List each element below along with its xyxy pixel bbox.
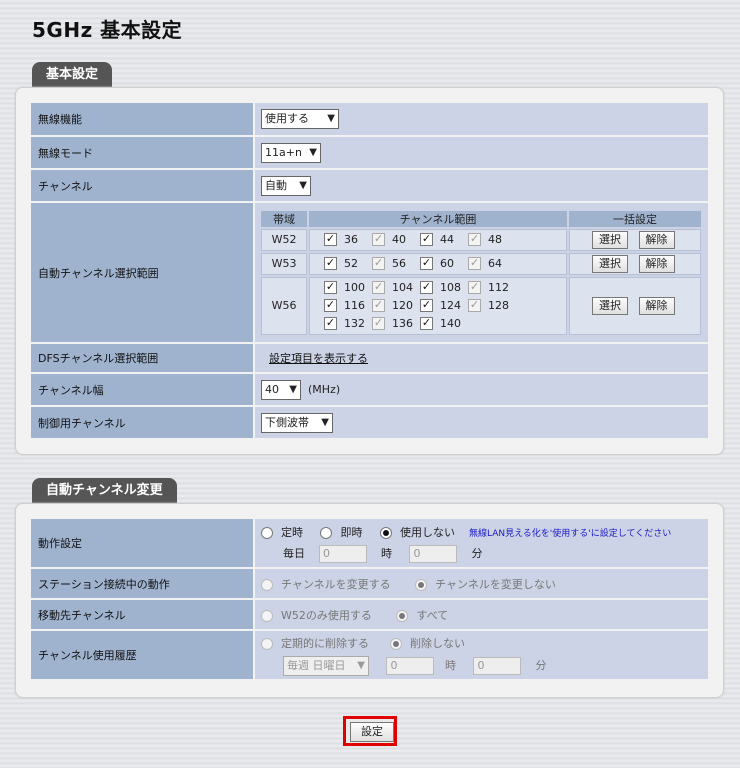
page-title: 5GHz 基本設定 — [32, 18, 183, 42]
dest-label: 移動先チャンネル — [29, 598, 255, 631]
row-dest: 移動先チャンネル W52のみ使用する すべて — [29, 598, 710, 631]
row-ctrl: 制御用チャンネル 下側波帯 ▼ — [29, 405, 710, 440]
radio-no-delete[interactable] — [389, 638, 402, 650]
basic-settings-table: 無線機能 使用する ▼ 無線モード 11a+n ▼ チャンネル 自動 ▼ 自動チャンネ… — [29, 101, 710, 440]
ch-108[interactable]: ✓ 108 — [420, 279, 468, 297]
wireless-label: 無線機能 — [29, 101, 255, 137]
row-auto-range: 自動チャンネル選択範囲 帯域 チャンネル範囲 一括設定 W52 ✓ 36 ✓ 40 ✓ 4… — [29, 201, 710, 344]
radio-all[interactable] — [396, 609, 409, 622]
ch-64: ✓ 64 — [468, 256, 502, 271]
chevron-down-icon: ▼ — [309, 146, 317, 158]
ch-48: ✓ 48 — [468, 232, 502, 247]
section-tab-basic: 基本設定 — [32, 62, 113, 88]
chevron-down-icon: ▼ — [327, 113, 335, 124]
ch-60[interactable]: ✓ 60 — [420, 257, 468, 271]
ctrl-label: 制御用チャンネル — [29, 405, 255, 440]
ch-132[interactable]: ✓ 132 — [324, 315, 372, 333]
ch-116[interactable]: ✓ 116 — [324, 297, 372, 315]
hour-input[interactable]: 0 — [319, 544, 367, 563]
mode-label: 無線モード — [29, 135, 255, 170]
w52-clear-button[interactable]: 解除 — [638, 230, 675, 249]
history-hour-unit: 時 — [444, 659, 456, 672]
width-select[interactable]: 40 ▼ — [261, 379, 301, 400]
week-select[interactable]: 毎週 日曜日 ▼ — [283, 656, 369, 676]
w56-select-button[interactable]: 選択 — [592, 296, 628, 315]
band-header: 帯域 — [261, 210, 307, 227]
ch-140[interactable]: ✓ 140 — [420, 315, 468, 333]
ch-40: ✓ 40 — [372, 232, 406, 247]
hour-unit: 時 — [381, 546, 392, 560]
auto-settings-table: 動作設定 定時 即時 使用しない 無線LAN見える化を'使用する'に設定してくだ… — [29, 517, 710, 681]
radio-scheduled[interactable] — [261, 526, 273, 539]
ch-52[interactable]: ✓ 52 — [324, 257, 372, 271]
show-settings-link[interactable]: 設定項目を表示する — [269, 352, 368, 365]
row-width: チャンネル幅 40 ▼ (MHz) — [29, 372, 710, 407]
row-operation: 動作設定 定時 即時 使用しない 無線LAN見える化を'使用する'に設定してくだ… — [29, 517, 710, 569]
minute-unit: 分 — [471, 546, 483, 560]
w56-clear-button[interactable]: 解除 — [638, 296, 675, 315]
radio-change[interactable] — [261, 578, 273, 591]
ch-104: ✓ 104 — [372, 280, 413, 294]
ctrl-select[interactable]: 下側波帯 ▼ — [261, 412, 333, 433]
history-minute-input[interactable]: 0 — [473, 657, 522, 675]
ch-36[interactable]: ✓ 36 — [324, 233, 372, 247]
row-history: チャンネル使用履歴 定期的に削除する 削除しない 毎週 日曜日 ▼ 0 時 0 分 — [29, 629, 710, 681]
submit-button[interactable]: 設定 — [350, 722, 394, 742]
radio-w52-only[interactable] — [261, 609, 273, 622]
history-hour-input[interactable]: 0 — [386, 657, 435, 675]
row-mode: 無線モード 11a+n ▼ — [29, 135, 710, 170]
w52-select-button[interactable]: 選択 — [592, 230, 628, 249]
chevron-down-icon: ▼ — [289, 383, 297, 395]
range-header: チャンネル範囲 — [309, 210, 567, 227]
ch-44[interactable]: ✓ 44 — [420, 233, 468, 247]
minute-input[interactable]: 0 — [409, 544, 458, 563]
auto-range-label: 自動チャンネル選択範囲 — [29, 201, 255, 344]
ch-136: ✓ 136 — [372, 316, 413, 330]
bulk-header: 一括設定 — [569, 210, 701, 227]
radio-nochange[interactable] — [415, 578, 428, 591]
w53-select-button[interactable]: 選択 — [592, 254, 628, 273]
ch-56: ✓ 56 — [372, 256, 406, 271]
band-w53: W53 — [261, 252, 307, 275]
channel-range-table: 帯域 チャンネル範囲 一括設定 W52 ✓ 36 ✓ 40 ✓ 44 ✓ 48 選択 解除 W… — [259, 209, 703, 337]
band-w56: W56 — [261, 276, 307, 335]
row-station: ステーション接続中の動作 チャンネルを変更する チャンネルを変更しない — [29, 567, 710, 600]
row-channel: チャンネル 自動 ▼ — [29, 168, 710, 203]
row-wireless: 無線機能 使用する ▼ — [29, 101, 710, 137]
ch-112: ✓ 112 — [468, 280, 509, 294]
history-label: チャンネル使用履歴 — [29, 629, 255, 681]
chevron-down-icon: ▼ — [321, 416, 329, 428]
w53-clear-button[interactable]: 解除 — [638, 254, 675, 273]
radio-immediate[interactable] — [320, 526, 333, 539]
dfs-label: DFSチャンネル選択範囲 — [29, 342, 255, 374]
daily-label: 毎日 — [283, 546, 305, 560]
ch-100[interactable]: ✓ 100 — [324, 279, 372, 297]
radio-periodic-delete[interactable] — [261, 638, 273, 650]
width-unit: (MHz) — [308, 382, 341, 396]
station-label: ステーション接続中の動作 — [29, 567, 255, 600]
wireless-select[interactable]: 使用する ▼ — [261, 109, 339, 129]
band-w52: W52 — [261, 228, 307, 251]
channel-label: チャンネル — [29, 168, 255, 203]
history-minute-unit: 分 — [535, 659, 547, 672]
chevron-down-icon: ▼ — [357, 660, 365, 671]
operation-label: 動作設定 — [29, 517, 255, 569]
submit-highlight: 設定 — [343, 716, 397, 746]
channel-select[interactable]: 自動 ▼ — [261, 175, 311, 196]
ch-120: ✓ 120 — [372, 298, 413, 312]
section-tab-auto: 自動チャンネル変更 — [32, 478, 177, 504]
visualization-note: 無線LAN見える化を'使用する'に設定してください — [468, 528, 672, 539]
chevron-down-icon: ▼ — [299, 179, 307, 191]
width-label: チャンネル幅 — [29, 372, 255, 407]
radio-unused[interactable] — [379, 526, 392, 539]
mode-select[interactable]: 11a+n ▼ — [261, 142, 321, 163]
row-dfs: DFSチャンネル選択範囲 設定項目を表示する — [29, 342, 710, 374]
ch-128: ✓ 128 — [468, 298, 509, 312]
ch-124[interactable]: ✓ 124 — [420, 297, 468, 315]
